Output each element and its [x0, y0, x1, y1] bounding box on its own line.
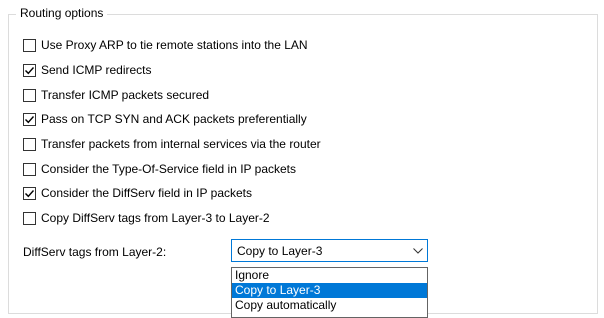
checkbox-icon[interactable] [23, 112, 36, 126]
checkbox-tcp-syn-ack[interactable]: Pass on TCP SYN and ACK packets preferen… [23, 111, 307, 127]
diffserv-tags-dropdown[interactable]: Copy to Layer-3 [231, 239, 428, 262]
checkbox-label: Pass on TCP SYN and ACK packets preferen… [41, 112, 307, 126]
checkbox-icon[interactable] [23, 211, 36, 225]
checkbox-icmp-redirects[interactable]: Send ICMP redirects [23, 62, 152, 78]
option-copy-automatically[interactable]: Copy automatically [232, 298, 427, 313]
checkbox-label: Send ICMP redirects [41, 63, 152, 77]
checkbox-label: Consider the Type-Of-Service field in IP… [41, 162, 297, 176]
checkbox-icon[interactable] [23, 162, 36, 176]
checkbox-internal-services[interactable]: Transfer packets from internal services … [23, 136, 321, 152]
option-ignore[interactable]: Ignore [232, 268, 427, 283]
group-title: Routing options [16, 6, 108, 20]
checkbox-icon[interactable] [23, 186, 36, 200]
checkbox-type-of-service[interactable]: Consider the Type-Of-Service field in IP… [23, 161, 296, 177]
chevron-down-icon[interactable] [409, 240, 427, 261]
checkbox-icon[interactable] [23, 137, 36, 151]
dropdown-selected-value: Copy to Layer-3 [237, 243, 323, 258]
checkbox-copy-diffserv-tags[interactable]: Copy DiffServ tags from Layer-3 to Layer… [23, 210, 270, 226]
checkbox-proxy-arp[interactable]: Use Proxy ARP to tie remote stations int… [23, 37, 308, 53]
checkbox-icon[interactable] [23, 88, 36, 102]
checkbox-label: Consider the DiffServ field in IP packet… [41, 186, 252, 200]
checkbox-diffserv-field[interactable]: Consider the DiffServ field in IP packet… [23, 185, 252, 201]
checkbox-icmp-secured[interactable]: Transfer ICMP packets secured [23, 87, 209, 103]
checkbox-label: Transfer packets from internal services … [41, 137, 321, 151]
checkbox-label: Transfer ICMP packets secured [41, 88, 210, 102]
checkbox-icon[interactable] [23, 38, 36, 52]
diffserv-options-list: Ignore Copy to Layer-3 Copy automaticall… [231, 267, 428, 318]
checkbox-label: Use Proxy ARP to tie remote stations int… [41, 38, 308, 52]
diffserv-tags-label: DiffServ tags from Layer-2: [23, 245, 167, 259]
option-copy-to-layer-3[interactable]: Copy to Layer-3 [232, 283, 427, 298]
checkbox-icon[interactable] [23, 63, 36, 77]
checkbox-label: Copy DiffServ tags from Layer-3 to Layer… [41, 211, 270, 225]
